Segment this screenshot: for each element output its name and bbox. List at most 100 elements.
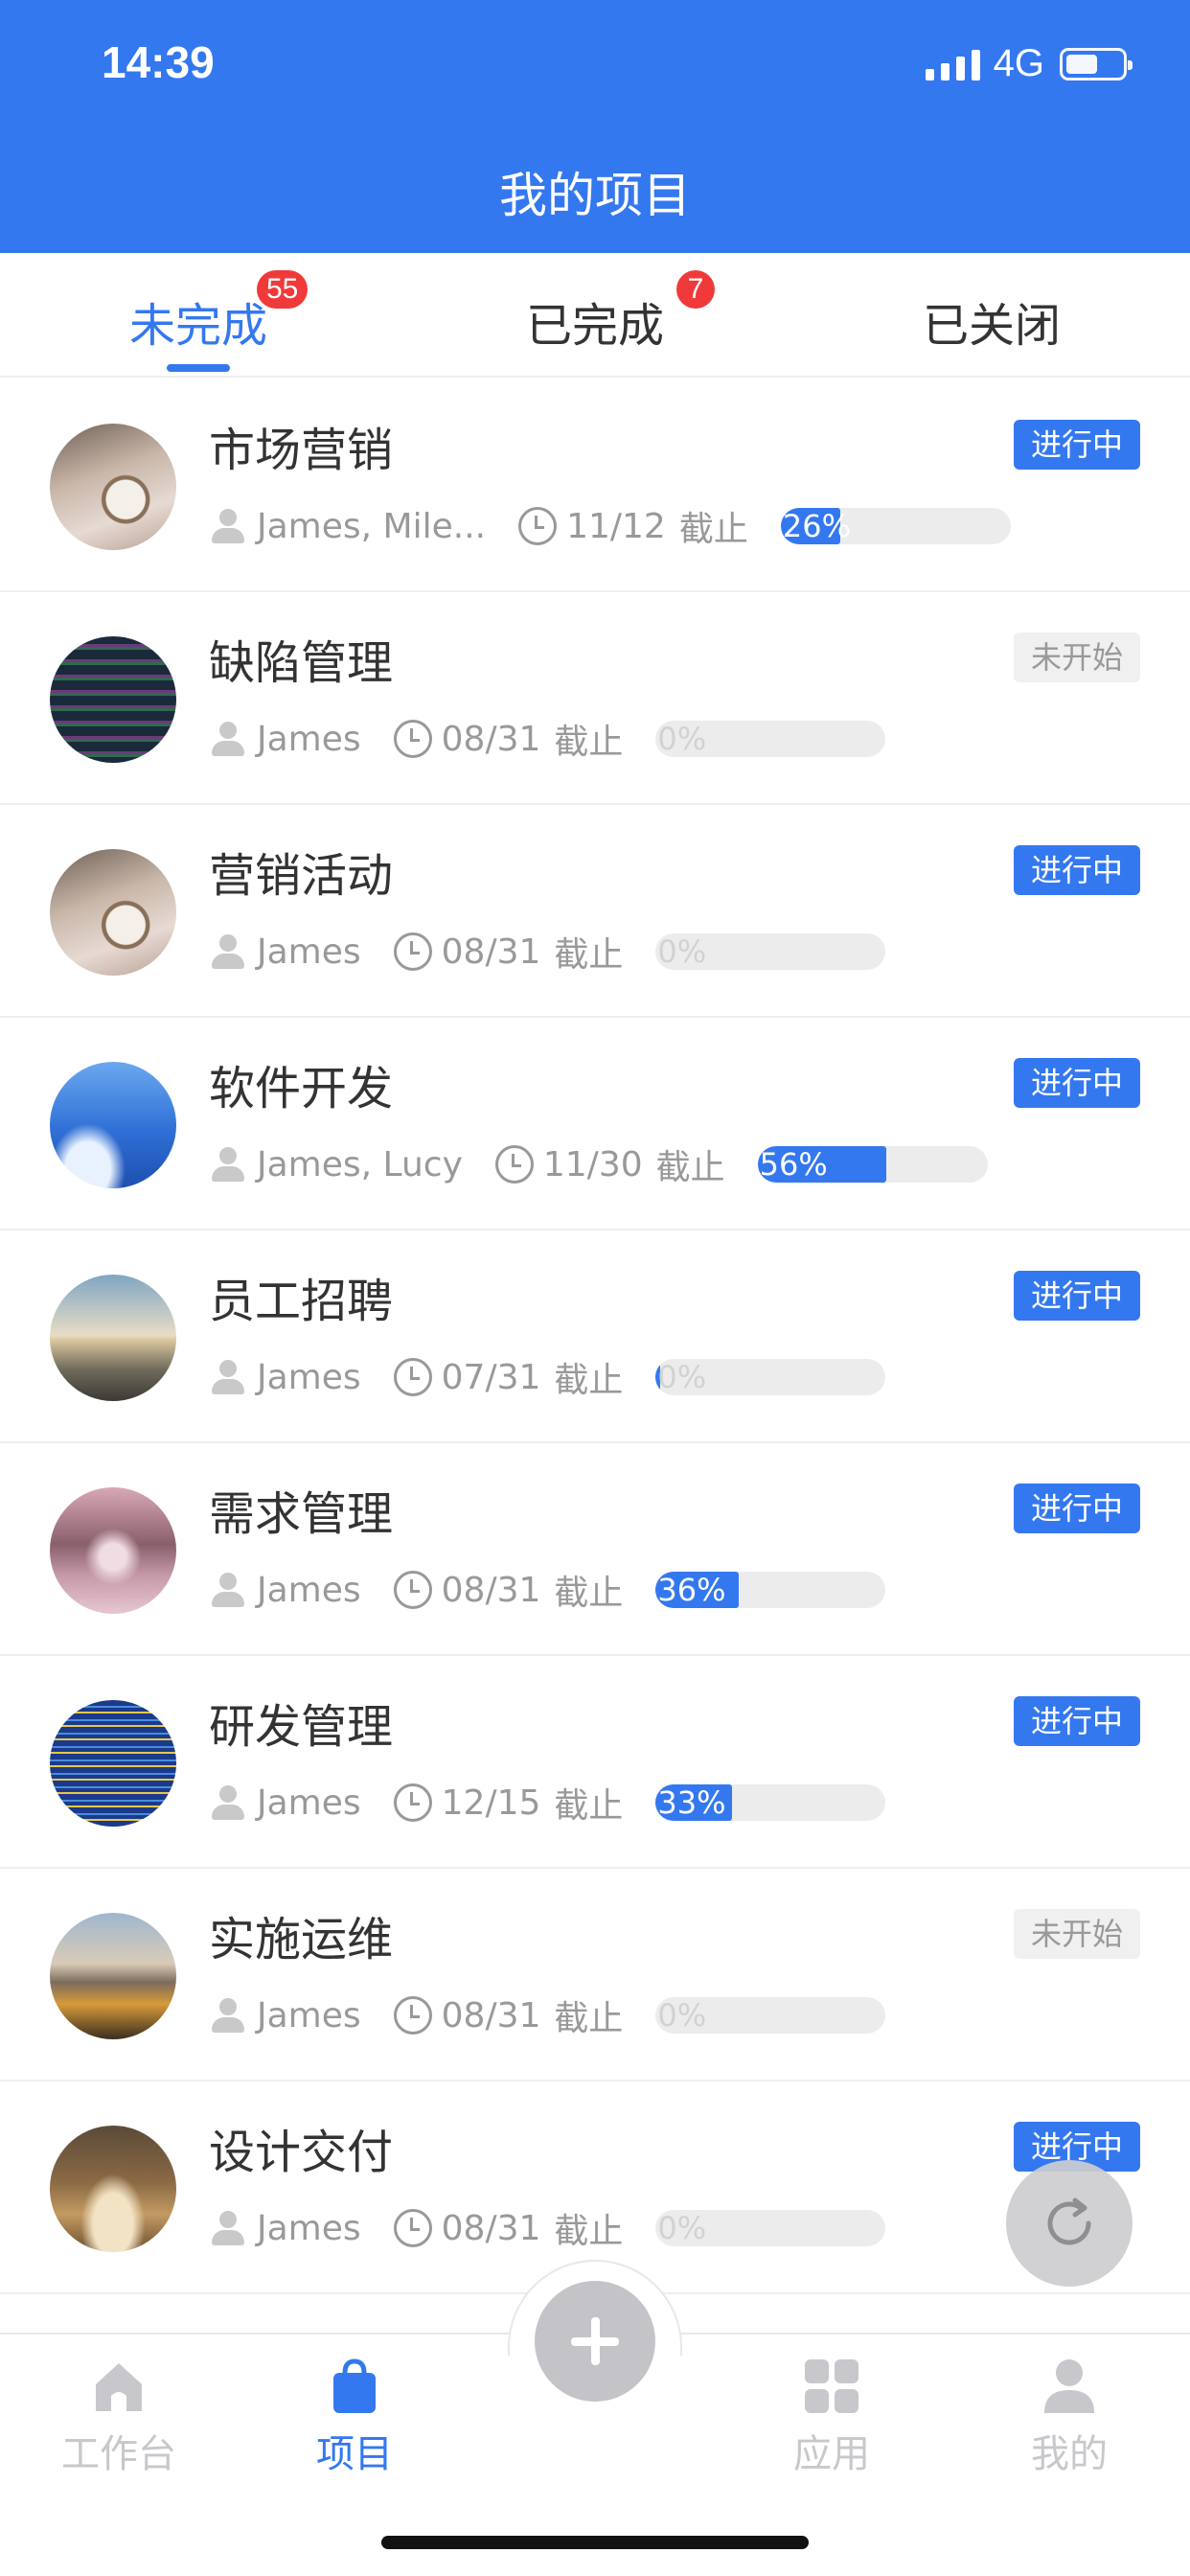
project-list-item[interactable]: 缺陷管理 未开始 James 08/31 截止 0% (0, 592, 1190, 805)
refresh-button[interactable] (1006, 2160, 1133, 2287)
person-icon (209, 2209, 247, 2247)
project-avatar (50, 636, 176, 763)
due-date: 11/12 (566, 506, 666, 546)
project-meta: James 07/31 截止 0% (209, 1352, 886, 1402)
project-owners: James, Mile... (257, 506, 487, 546)
project-list-item[interactable]: 市场营销 进行中 James, Mile... 11/12 截止 26% (0, 380, 1190, 592)
nav-me[interactable]: 我的 (973, 2354, 1165, 2478)
person-icon (1044, 2359, 1094, 2413)
project-owners: James, Lucy (257, 1144, 463, 1184)
clock-icon (393, 1358, 432, 1396)
nav-apps[interactable]: 应用 (736, 2354, 927, 2478)
project-owners: James (257, 1782, 361, 1823)
progress-bar: 0% (655, 933, 886, 970)
project-list-item[interactable]: 软件开发 进行中 James, Lucy 11/30 截止 56% (0, 1018, 1190, 1230)
person-icon (209, 1571, 247, 1609)
project-avatar (50, 1487, 176, 1614)
progress-label: 0% (657, 2210, 707, 2246)
home-indicator[interactable] (381, 2536, 809, 2549)
progress-bar: 33% (655, 1784, 886, 1821)
status-time: 14:39 (102, 37, 215, 87)
active-tab-indicator (167, 364, 230, 372)
add-project-button[interactable] (535, 2281, 655, 2402)
tab-closed[interactable]: 已关闭 (793, 253, 1190, 378)
clock-icon (393, 1996, 432, 2035)
clock-icon (393, 932, 432, 971)
project-title: 研发管理 (209, 1700, 394, 1754)
project-due: 11/12 截止 (518, 501, 748, 551)
progress-label: 33% (657, 1784, 726, 1821)
project-due: 07/31 截止 (393, 1352, 624, 1402)
nav-workbench[interactable]: 工作台 (23, 2354, 215, 2478)
project-avatar (50, 2126, 176, 2252)
progress-bar: 0% (655, 721, 886, 757)
home-icon (96, 2363, 142, 2411)
person-icon (209, 1358, 247, 1396)
project-due: 11/30 截止 (494, 1139, 725, 1189)
project-owners: James (257, 1570, 361, 1610)
nav-label: 我的 (1031, 2432, 1108, 2476)
grid-icon (805, 2359, 858, 2413)
due-suffix: 截止 (655, 1148, 725, 1187)
tab-unfinished[interactable]: 未完成 55 (0, 253, 397, 378)
status-badge: 进行中 (1013, 1271, 1140, 1321)
signal-icon (925, 48, 980, 80)
page-title: 我的项目 (499, 168, 691, 223)
project-meta: James 08/31 截止 0% (209, 714, 886, 764)
due-date: 08/31 (441, 719, 541, 759)
clock-icon (393, 2209, 432, 2247)
nav-projects[interactable]: 项目 (259, 2354, 450, 2478)
clock-icon (494, 1145, 534, 1184)
person-icon (209, 507, 247, 545)
app-header: 14:39 4G 我的项目 (0, 0, 1190, 253)
project-list-item[interactable]: 需求管理 进行中 James 08/31 截止 36% (0, 1443, 1190, 1656)
nav-label: 应用 (793, 2432, 870, 2476)
clock-icon (393, 720, 432, 758)
due-suffix: 截止 (554, 1786, 624, 1826)
due-suffix: 截止 (678, 510, 748, 549)
progress-label: 0% (657, 721, 707, 757)
project-due: 08/31 截止 (393, 1990, 624, 2040)
project-due: 08/31 截止 (393, 927, 623, 977)
project-title: 员工招聘 (209, 1275, 394, 1328)
progress-bar: 26% (780, 508, 1011, 544)
status-tabs: 未完成 55 已完成 7 已关闭 (0, 253, 1190, 378)
status-badge: 进行中 (1013, 420, 1140, 470)
project-meta: James, Lucy 11/30 截止 56% (209, 1140, 988, 1188)
project-list-item[interactable]: 实施运维 未开始 James 08/31 截止 0% (0, 1869, 1190, 2082)
due-date: 12/15 (441, 1782, 541, 1823)
due-date: 08/31 (441, 932, 541, 972)
project-avatar (50, 1275, 176, 1401)
due-suffix: 截止 (554, 723, 624, 762)
person-icon (209, 1783, 247, 1822)
status-badge: 进行中 (1013, 1696, 1140, 1746)
project-meta: James 08/31 截止 0% (209, 1990, 886, 2040)
project-title: 软件开发 (209, 1062, 394, 1116)
project-list-item[interactable]: 营销活动 进行中 James 08/31 截止 0% (0, 805, 1190, 1018)
progress-label: 0% (657, 1997, 707, 2034)
project-due: 08/31 截止 (393, 714, 624, 764)
status-indicators: 4G (925, 42, 1133, 85)
progress-bar: 56% (757, 1146, 988, 1183)
project-meta: James 08/31 截止 0% (209, 927, 886, 977)
progress-label: 0% (657, 1359, 707, 1395)
project-owners: James (257, 932, 361, 972)
due-date: 08/31 (441, 1570, 541, 1610)
project-title: 实施运维 (209, 1913, 394, 1966)
due-suffix: 截止 (554, 1574, 624, 1613)
project-title: 市场营销 (209, 424, 394, 477)
refresh-icon (1047, 2197, 1091, 2245)
project-list: 市场营销 进行中 James, Mile... 11/12 截止 26% 缺陷管… (0, 380, 1190, 2294)
project-due: 08/31 截止 (393, 1565, 624, 1615)
tab-finished[interactable]: 已完成 7 (397, 253, 793, 378)
due-suffix: 截止 (554, 1361, 624, 1400)
project-list-item[interactable]: 研发管理 进行中 James 12/15 截止 33% (0, 1656, 1190, 1869)
status-badge: 未开始 (1013, 632, 1140, 682)
tab-label: 已完成 (525, 299, 664, 353)
nav-label: 工作台 (61, 2432, 176, 2476)
project-due: 12/15 截止 (393, 1778, 624, 1828)
due-suffix: 截止 (554, 1999, 624, 2038)
project-list-item[interactable]: 员工招聘 进行中 James 07/31 截止 0% (0, 1230, 1190, 1443)
bag-icon (333, 2358, 376, 2413)
project-avatar (50, 1062, 176, 1188)
